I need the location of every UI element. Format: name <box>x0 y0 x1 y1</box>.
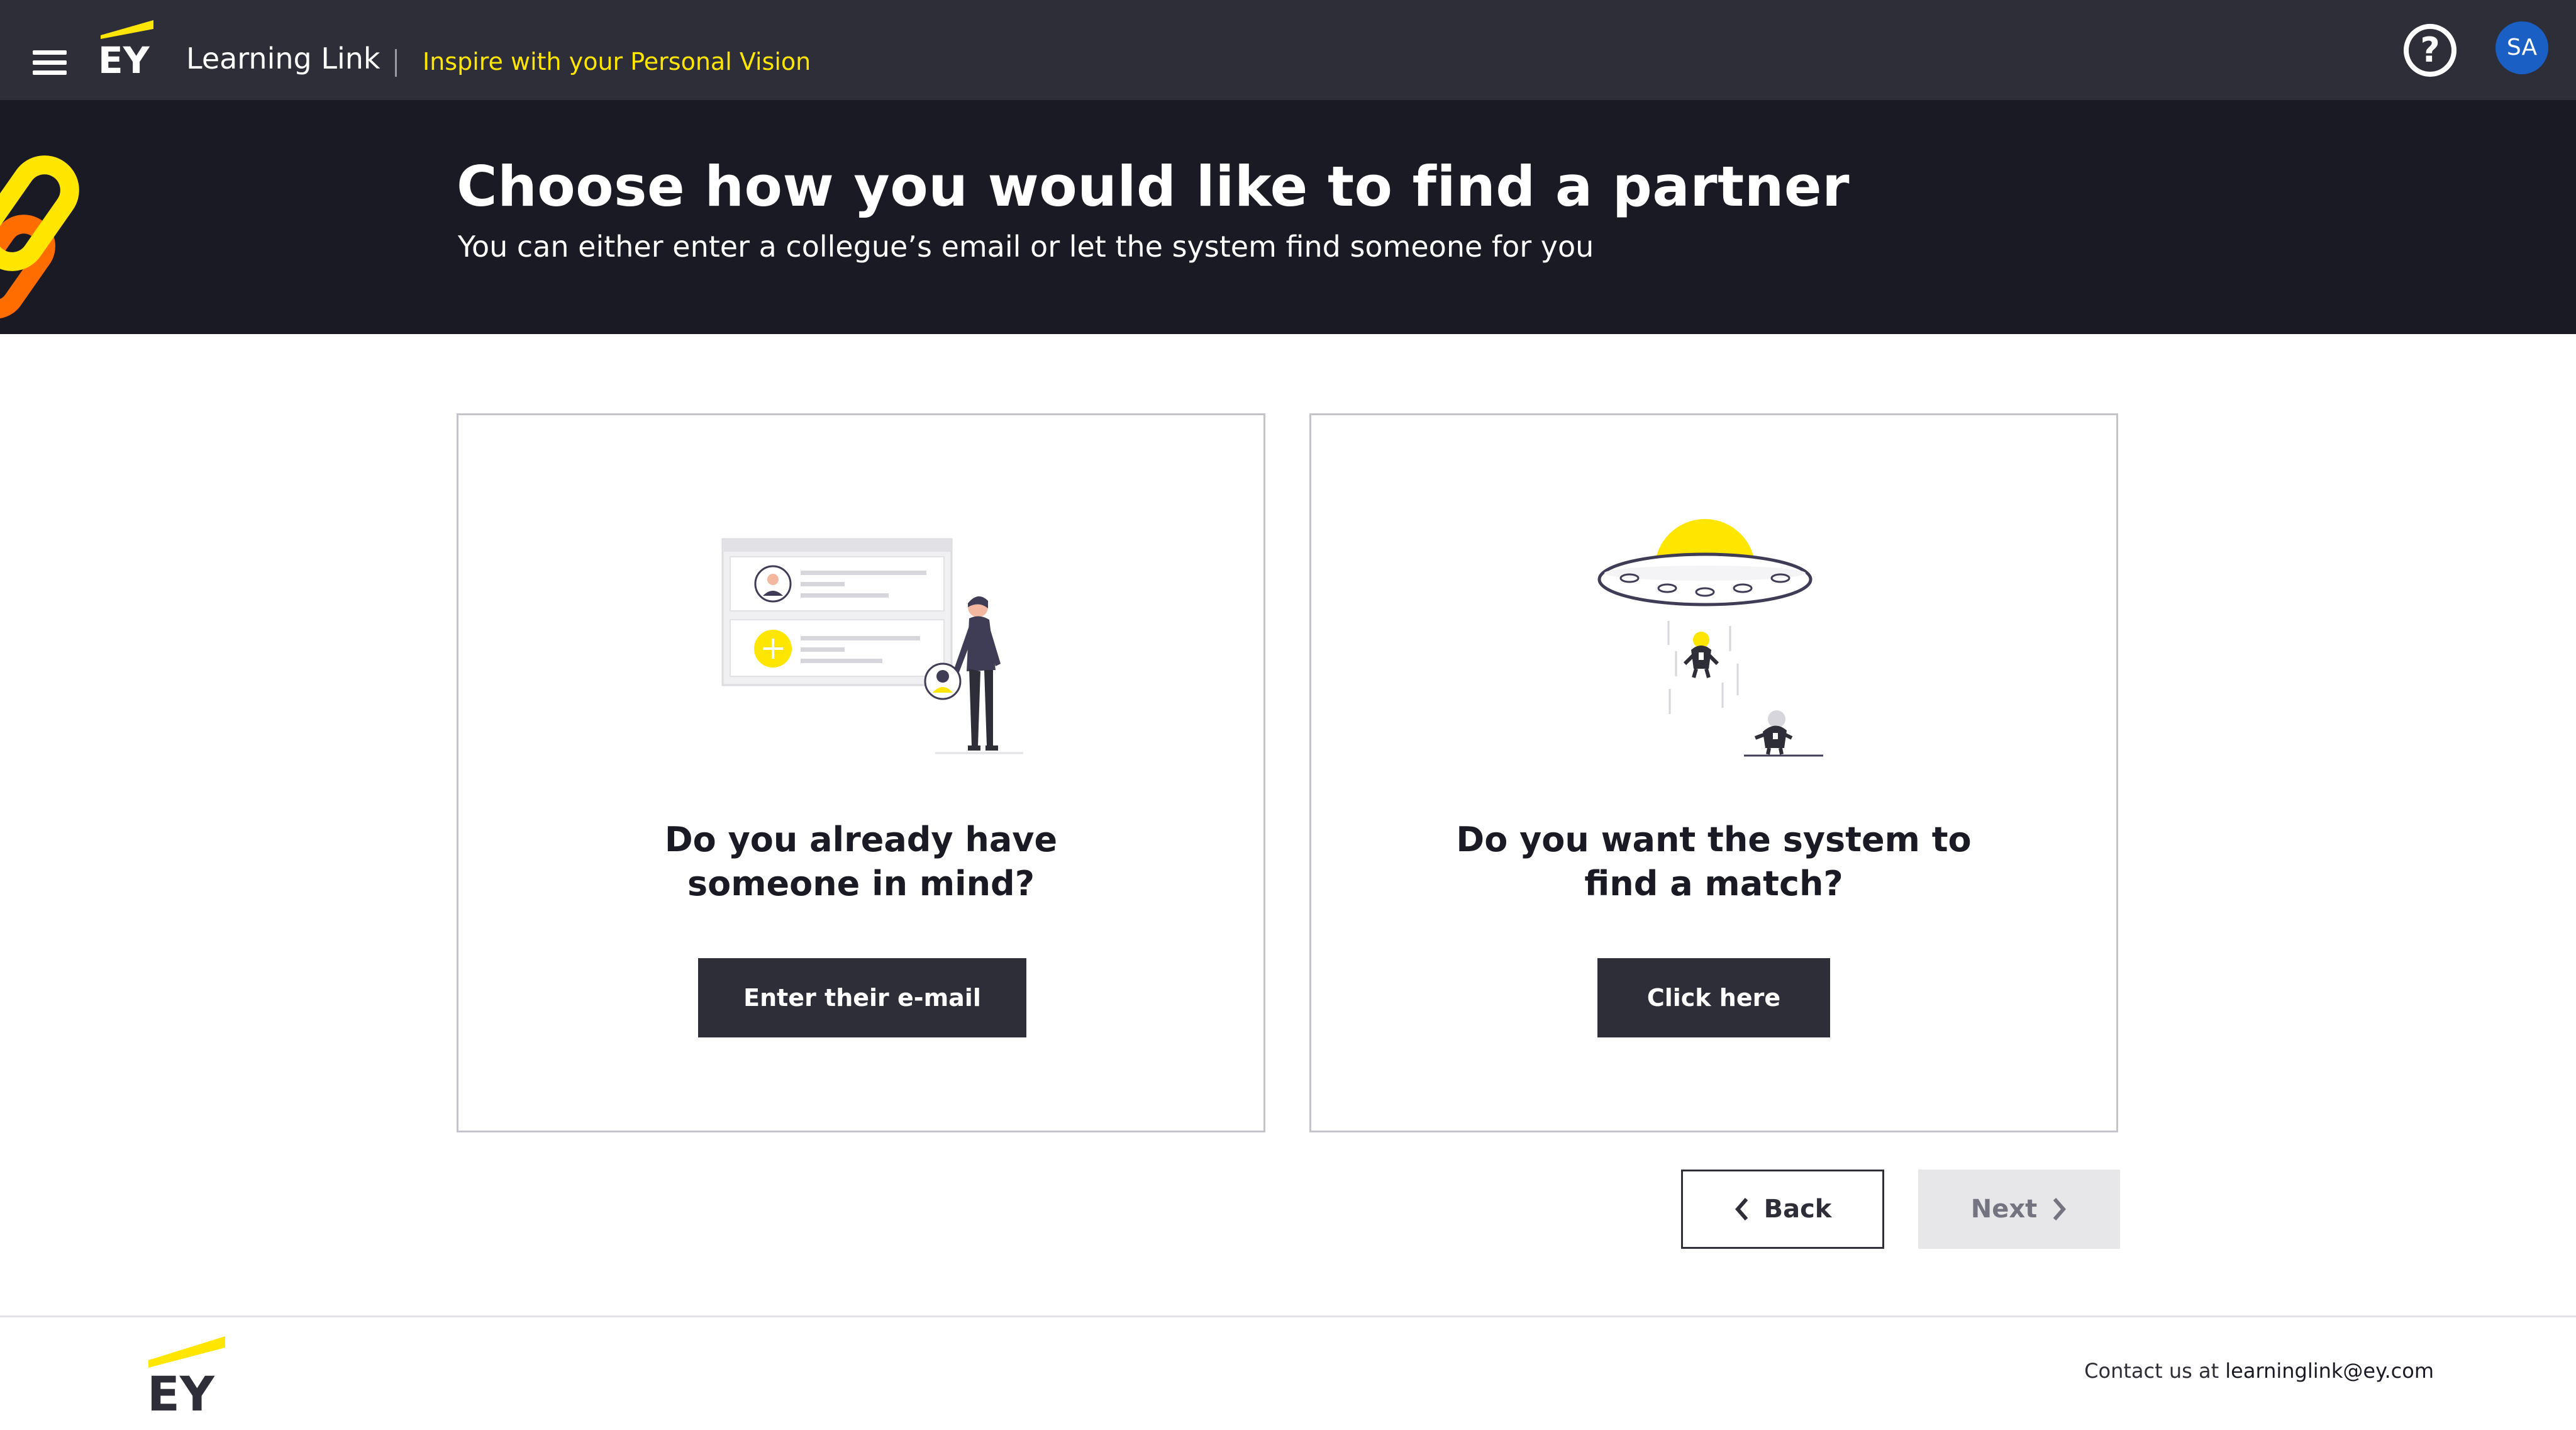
chevron-left-icon <box>1735 1198 1748 1221</box>
profile-list-illustration <box>721 538 1023 754</box>
page-subtitle: You can either enter a collegue’s email … <box>458 230 1594 264</box>
find-match-button[interactable]: Click here <box>1597 958 1830 1037</box>
option-card-system-match: Do you want the system to find a match? … <box>1309 413 2118 1132</box>
chain-link-decoration <box>0 155 79 319</box>
enter-email-button[interactable]: Enter their e-mail <box>698 958 1026 1037</box>
option-card-enter-email: Do you already have someone in mind? Ent… <box>457 413 1265 1132</box>
option-question: Do you want the system to find a match? <box>1456 820 1972 903</box>
user-avatar[interactable]: SA <box>2496 21 2548 74</box>
page-hero-banner: Choose how you would like to find a part… <box>0 100 2576 334</box>
back-button-label: Back <box>1763 1195 1832 1224</box>
contact-email-link[interactable]: learninglink@ey.com <box>2225 1359 2434 1383</box>
ufo-abduction-illustration <box>1597 519 1823 757</box>
next-button[interactable]: Next <box>1918 1170 2120 1249</box>
app-tagline: Inspire with your Personal Vision <box>423 48 811 75</box>
footer-contact: Contact us at learninglink@ey.com <box>2084 1359 2434 1383</box>
option-question: Do you already have someone in mind? <box>664 820 1058 903</box>
chevron-right-icon <box>2053 1198 2067 1221</box>
title-separator <box>395 49 397 77</box>
next-button-label: Next <box>1970 1195 2038 1224</box>
footer-divider <box>0 1315 2576 1317</box>
svg-text:EY: EY <box>98 39 150 77</box>
help-icon[interactable]: ? <box>2404 24 2457 77</box>
hamburger-icon[interactable] <box>33 50 67 75</box>
ey-logo[interactable]: EY <box>96 16 158 77</box>
footer-ey-logo: EY <box>147 1336 225 1414</box>
app-title[interactable]: Learning Link <box>186 42 380 75</box>
svg-text:EY: EY <box>147 1366 215 1414</box>
contact-prefix: Contact us at <box>2084 1359 2226 1383</box>
top-navigation-bar: EY Learning Link Inspire with your Perso… <box>0 0 2576 100</box>
page-title: Choose how you would like to find a part… <box>457 154 1850 219</box>
back-button[interactable]: Back <box>1681 1170 1884 1249</box>
